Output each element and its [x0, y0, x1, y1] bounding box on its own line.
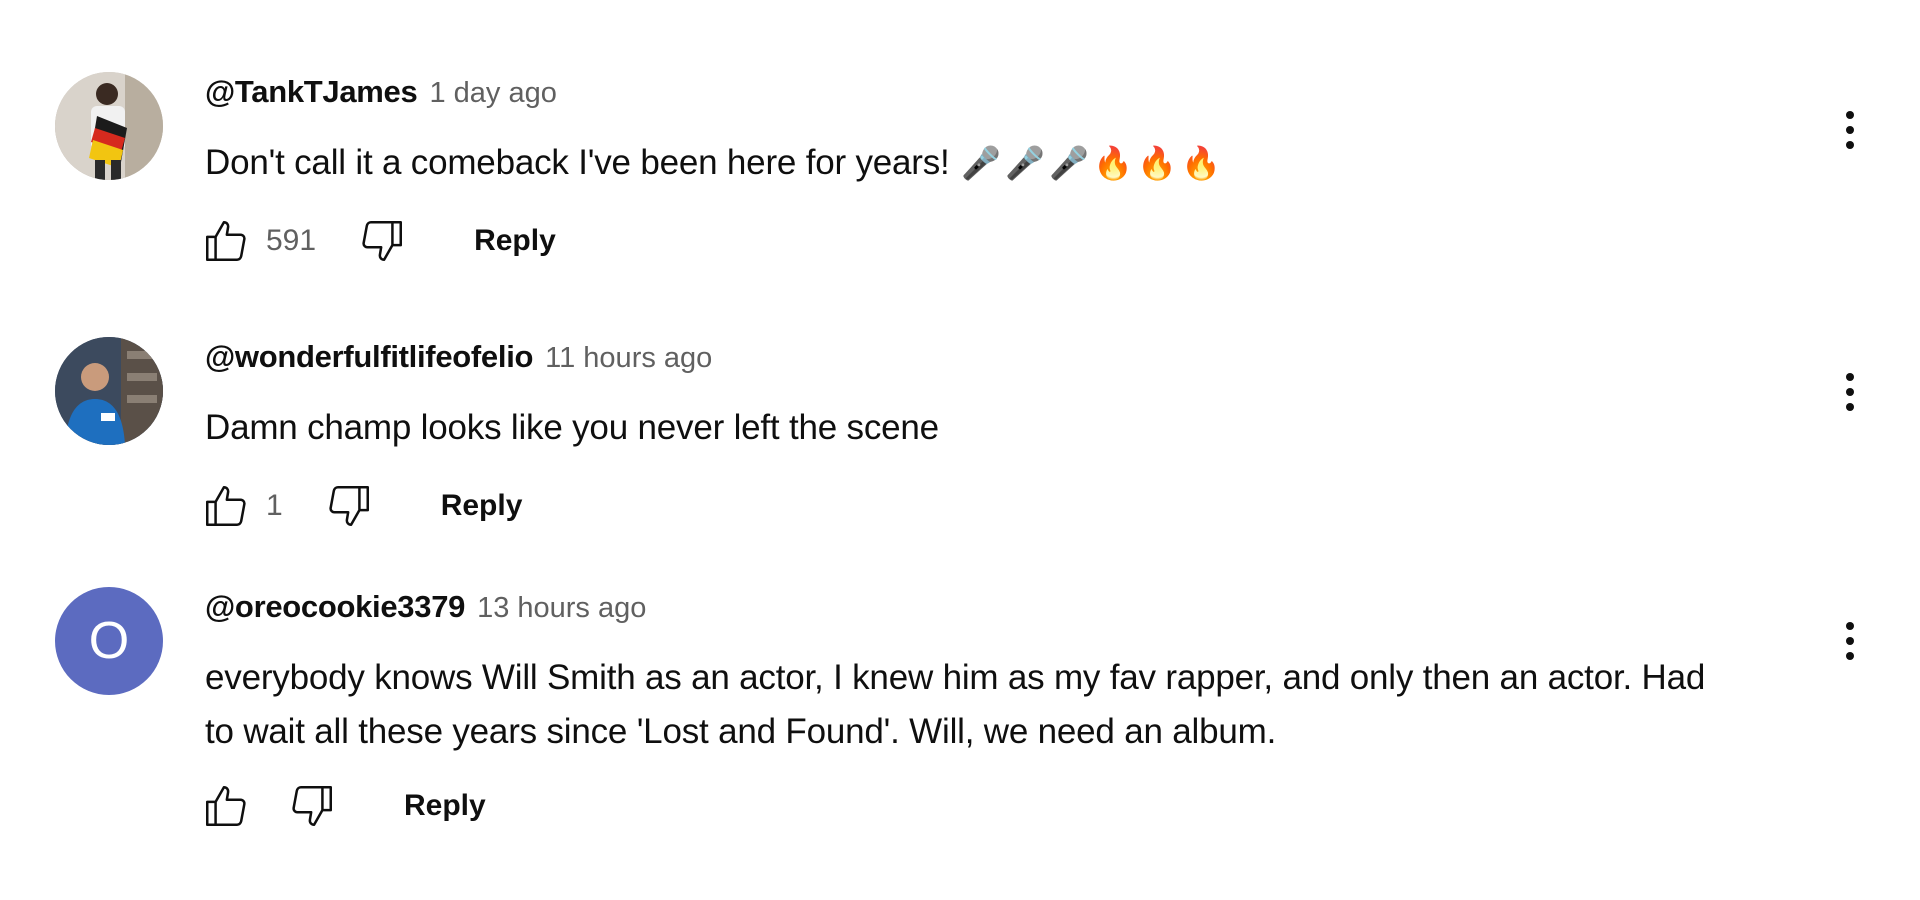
- more-vert-icon[interactable]: [1832, 100, 1868, 160]
- thumbs-up-icon: [206, 221, 246, 261]
- menu-dot: [1846, 622, 1854, 630]
- like-button[interactable]: [200, 215, 252, 267]
- avatar[interactable]: O: [55, 587, 163, 695]
- dislike-button[interactable]: [286, 780, 338, 832]
- like-button[interactable]: [200, 780, 252, 832]
- reply-button[interactable]: Reply: [404, 789, 486, 823]
- thumbs-up-icon: [206, 486, 246, 526]
- avatar-photo: [55, 337, 163, 445]
- thumbs-down-icon: [292, 786, 332, 826]
- comment-header: @wonderfulfitlifeofelio 11 hours ago: [205, 339, 712, 375]
- fire-emoji: 🔥: [1181, 144, 1221, 182]
- comment-timestamp[interactable]: 11 hours ago: [545, 342, 712, 375]
- microphone-emoji: 🎤: [961, 144, 1001, 182]
- menu-dot: [1846, 373, 1854, 381]
- thumbs-down-icon: [329, 486, 369, 526]
- menu-dot: [1846, 637, 1854, 645]
- comment-actions: 591 Reply: [200, 213, 556, 269]
- avatar-photo: [55, 72, 163, 180]
- thumbs-down-icon: [362, 221, 403, 261]
- fire-emoji: 🔥: [1137, 144, 1177, 182]
- avatar[interactable]: [55, 337, 163, 445]
- menu-dot: [1846, 403, 1854, 411]
- comment-header: @TankTJames 1 day ago: [205, 74, 557, 110]
- like-count: 1: [266, 489, 283, 522]
- microphone-emoji: 🎤: [1005, 144, 1045, 182]
- comment-actions: Reply: [200, 778, 486, 834]
- menu-dot: [1846, 141, 1854, 149]
- comment-header: @oreocookie3379 13 hours ago: [205, 589, 646, 625]
- more-vert-icon[interactable]: [1832, 362, 1868, 422]
- menu-dot: [1846, 111, 1854, 119]
- more-vert-icon[interactable]: [1832, 611, 1868, 671]
- menu-dot: [1846, 652, 1854, 660]
- microphone-emoji: 🎤: [1049, 144, 1089, 182]
- reply-button[interactable]: Reply: [474, 224, 556, 258]
- menu-dot: [1846, 388, 1854, 396]
- comment-text: Damn champ looks like you never left the…: [205, 408, 939, 447]
- comment-author[interactable]: @oreocookie3379: [205, 589, 465, 625]
- like-button[interactable]: [200, 480, 252, 532]
- dislike-button[interactable]: [323, 480, 375, 532]
- comment-timestamp[interactable]: 1 day ago: [429, 77, 556, 110]
- like-count: 591: [266, 224, 317, 257]
- comment-author[interactable]: @wonderfulfitlifeofelio: [205, 339, 533, 375]
- comment-text: everybody knows Will Smith as an actor, …: [205, 651, 1825, 759]
- dislike-button[interactable]: [356, 215, 408, 267]
- comment-author[interactable]: @TankTJames: [205, 74, 418, 110]
- comment-text: Don't call it a comeback I've been here …: [205, 136, 1825, 190]
- thumbs-up-icon: [206, 786, 246, 826]
- comment-text-line: everybody knows Will Smith as an actor, …: [205, 658, 1706, 697]
- comment-actions: 1 Reply: [200, 478, 522, 534]
- comments-section: @TankTJames 1 day ago Don't call it a co…: [0, 0, 1920, 900]
- reply-button[interactable]: Reply: [441, 489, 523, 523]
- comment-text-line: to wait all these years since 'Lost and …: [205, 712, 1277, 751]
- menu-dot: [1846, 126, 1854, 134]
- avatar-letter: O: [88, 612, 130, 670]
- comment-timestamp[interactable]: 13 hours ago: [477, 592, 646, 625]
- comment-text-body: Don't call it a comeback I've been here …: [205, 143, 950, 182]
- avatar[interactable]: [55, 72, 163, 180]
- fire-emoji: 🔥: [1093, 144, 1133, 182]
